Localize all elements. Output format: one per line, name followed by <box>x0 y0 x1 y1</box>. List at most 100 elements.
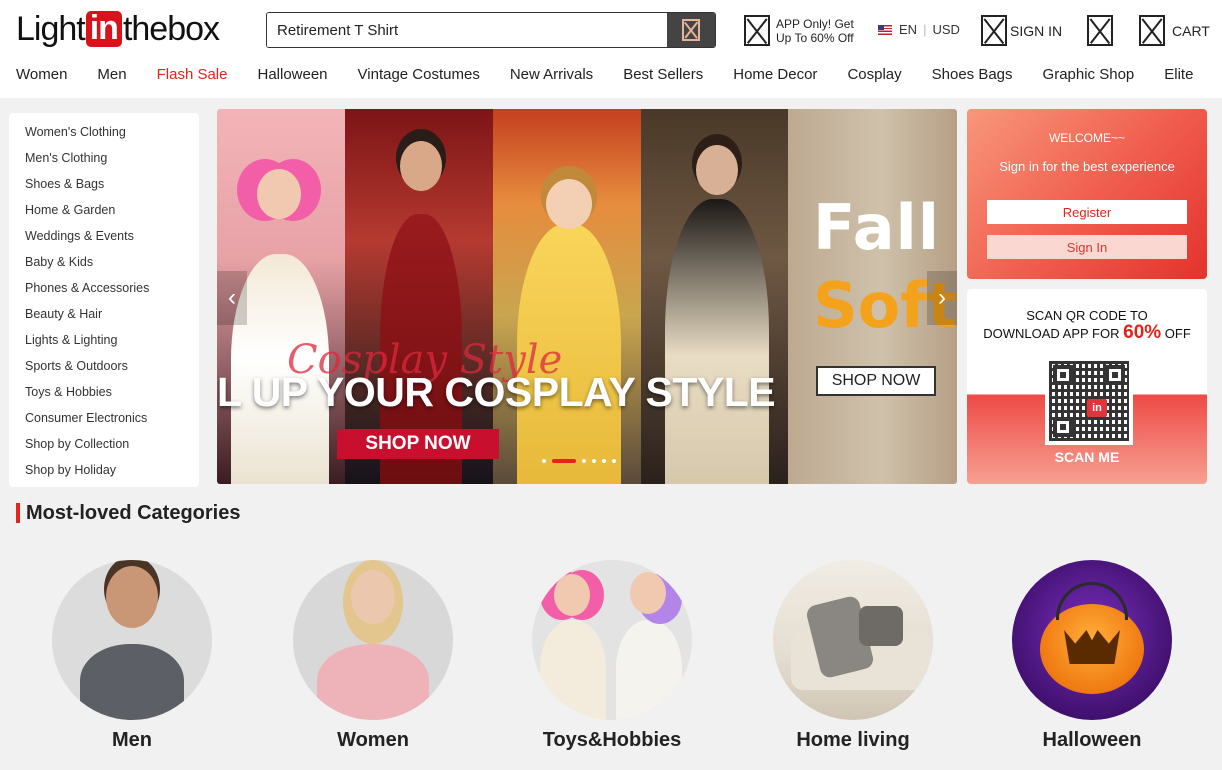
welcome-card: WELCOME~~ Sign in for the best experienc… <box>967 109 1207 279</box>
nav-best-sellers[interactable]: Best Sellers <box>623 66 703 83</box>
logo-text-mid: in <box>85 11 122 47</box>
carousel-dot[interactable] <box>612 459 616 463</box>
qr-promo-line2: DOWNLOAD APP FOR 60% OFF <box>967 322 1207 344</box>
welcome-subtitle: Sign in for the best experience <box>999 159 1175 174</box>
category-label: Halloween <box>1042 729 1142 751</box>
category-label: Men <box>112 729 152 751</box>
category-image-home <box>773 560 933 720</box>
qr-finder <box>1053 365 1073 385</box>
qr-promo-suffix: OFF <box>1161 326 1191 341</box>
search-button[interactable] <box>667 13 715 47</box>
us-flag-icon <box>878 24 892 35</box>
qr-finder <box>1053 417 1073 437</box>
hero-banner-carousel[interactable]: Fall int Soft C SHOP NOW Cosplay Style L… <box>217 109 957 484</box>
sidebar-item-beauty-hair[interactable]: Beauty & Hair <box>9 305 199 331</box>
carousel-dots <box>539 459 619 463</box>
qr-promo-line1: SCAN QR CODE TO <box>1026 308 1148 323</box>
sidebar-item-womens-clothing[interactable]: Women's Clothing <box>9 123 199 149</box>
site-header: Light in thebox APP Only! Get Up To 60% … <box>0 0 1222 98</box>
carousel-dot[interactable] <box>542 459 546 463</box>
model-head <box>351 570 395 624</box>
nav-halloween[interactable]: Halloween <box>257 66 327 83</box>
sidebar-item-mens-clothing[interactable]: Men's Clothing <box>9 149 199 175</box>
carousel-next-button[interactable]: › <box>927 271 957 325</box>
nav-new-arrivals[interactable]: New Arrivals <box>510 66 593 83</box>
sidebar-item-phones-accessories[interactable]: Phones & Accessories <box>9 279 199 305</box>
cart-label: CART <box>1172 22 1210 39</box>
qr-promo-percent: 60% <box>1123 322 1162 343</box>
sidebar-item-shoes-bags[interactable]: Shoes & Bags <box>9 175 199 201</box>
qr-code-pattern: in <box>1049 361 1129 441</box>
model-body <box>317 644 429 720</box>
nav-flash-sale[interactable]: Flash Sale <box>157 66 228 83</box>
sidebar-item-home-garden[interactable]: Home & Garden <box>9 201 199 227</box>
scan-me-label: SCAN ME <box>1054 449 1120 465</box>
nav-elite[interactable]: Elite <box>1164 66 1193 83</box>
sidebar-item-baby-kids[interactable]: Baby & Kids <box>9 253 199 279</box>
heading-accent-bar <box>16 503 20 523</box>
carousel-dot[interactable] <box>602 459 606 463</box>
language-currency-selector[interactable]: EN | USD <box>878 22 960 37</box>
carousel-dot[interactable] <box>592 459 596 463</box>
wishlist-button[interactable] <box>1087 15 1113 51</box>
model-head <box>554 574 590 616</box>
slide2-shop-now-button[interactable]: SHOP NOW <box>816 366 936 396</box>
model-body <box>540 620 606 720</box>
basket-handle-shape <box>1056 582 1128 620</box>
nav-vintage-costumes[interactable]: Vintage Costumes <box>358 66 480 83</box>
register-button[interactable]: Register <box>987 200 1187 224</box>
nav-women[interactable]: Women <box>16 66 67 83</box>
app-promo-line1: APP Only! Get <box>776 16 854 31</box>
pillow-shape <box>859 606 903 646</box>
sign-in-button[interactable]: Sign In <box>987 235 1187 259</box>
carousel-dot[interactable] <box>582 459 586 463</box>
search-input[interactable] <box>267 13 667 47</box>
category-label: Women <box>337 729 409 751</box>
app-promo-link[interactable]: APP Only! Get Up To 60% Off <box>744 15 854 46</box>
model-head <box>696 145 738 195</box>
model-head <box>257 169 301 219</box>
model-head <box>106 566 158 628</box>
sidebar-item-toys-hobbies[interactable]: Toys & Hobbies <box>9 383 199 409</box>
category-image-women <box>293 560 453 720</box>
sidebar-item-shop-by-collection[interactable]: Shop by Collection <box>9 435 199 461</box>
nav-men[interactable]: Men <box>97 66 126 83</box>
cart-icon <box>1139 15 1165 46</box>
divider: | <box>923 22 927 37</box>
app-promo-line2: Up To 60% Off <box>776 30 854 45</box>
sidebar-item-lights-lighting[interactable]: Lights & Lighting <box>9 331 199 357</box>
nav-cosplay[interactable]: Cosplay <box>847 66 901 83</box>
sidebar-item-shop-by-holiday[interactable]: Shop by Holiday <box>9 461 199 487</box>
model-head <box>630 572 666 614</box>
sidebar-item-sports-outdoors[interactable]: Sports & Outdoors <box>9 357 199 383</box>
site-logo[interactable]: Light in thebox <box>16 9 220 48</box>
sidebar-item-weddings-events[interactable]: Weddings & Events <box>9 227 199 253</box>
category-sidebar: Women's Clothing Men's Clothing Shoes & … <box>9 113 199 487</box>
nav-shoes-bags[interactable]: Shoes Bags <box>932 66 1013 83</box>
categories-heading: Most-loved Categories <box>16 501 241 524</box>
category-image-toys <box>532 560 692 720</box>
welcome-title: WELCOME~~ <box>1048 131 1126 145</box>
carousel-dot-active[interactable] <box>552 459 576 463</box>
sign-in-link[interactable]: SIGN IN <box>981 15 1062 46</box>
search-bar <box>266 12 716 48</box>
nav-graphic-shop[interactable]: Graphic Shop <box>1043 66 1135 83</box>
language-code: EN <box>899 22 918 37</box>
app-promo-text: APP Only! Get Up To 60% Off <box>776 17 854 45</box>
nav-home-decor[interactable]: Home Decor <box>733 66 817 83</box>
search-icon <box>682 19 700 41</box>
category-image-men <box>52 560 212 720</box>
main-nav: Women Men Flash Sale Halloween Vintage C… <box>16 66 1193 83</box>
model-head <box>546 179 592 229</box>
cart-link[interactable]: CART <box>1139 15 1210 46</box>
app-qr-promo: SCAN QR CODE TO DOWNLOAD APP FOR 60% OFF… <box>967 289 1207 484</box>
carousel-prev-button[interactable]: ‹ <box>217 271 247 325</box>
categories-title: Most-loved Categories <box>26 501 241 524</box>
banner-shop-now-button[interactable]: SHOP NOW <box>337 429 499 459</box>
sidebar-item-consumer-electronics[interactable]: Consumer Electronics <box>9 409 199 435</box>
sign-in-label: SIGN IN <box>1010 22 1063 39</box>
phone-icon <box>744 15 770 46</box>
qr-finder <box>1105 365 1125 385</box>
logo-text-left: Light <box>16 9 86 48</box>
user-icon <box>981 15 1007 46</box>
